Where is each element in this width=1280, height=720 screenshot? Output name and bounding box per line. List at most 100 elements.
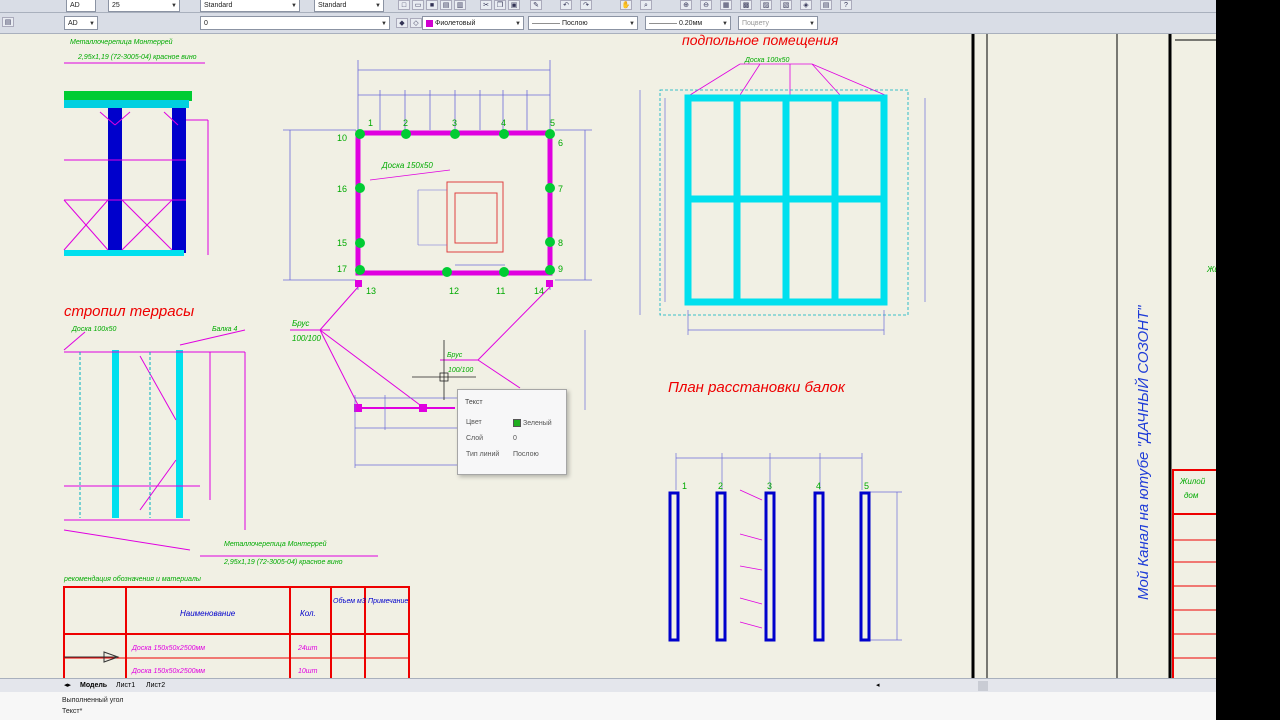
redo-icon[interactable]: ↷ xyxy=(580,0,592,10)
label-brus-size: 100/100 xyxy=(292,334,321,343)
zoom-prev-icon[interactable]: ⊖ xyxy=(700,0,712,10)
markup-icon[interactable]: ◈ xyxy=(800,0,812,10)
svg-text:1: 1 xyxy=(368,118,373,128)
label-brus-2: Брус xyxy=(447,352,463,359)
tool-palette-icon[interactable]: ▨ xyxy=(760,0,772,10)
text-style-combo[interactable]: Standard ▼ xyxy=(200,0,300,12)
save-icon[interactable]: ■ xyxy=(426,0,438,10)
svg-text:6: 6 xyxy=(558,138,563,148)
pan-icon[interactable]: ✋ xyxy=(620,0,632,10)
scroll-left-icon[interactable]: ◂ xyxy=(876,679,880,693)
tab-nav-icon[interactable]: ◂▸ xyxy=(64,679,71,693)
lineweight-combo[interactable]: ———— 0.20мм ▼ xyxy=(645,16,731,30)
svg-text:13: 13 xyxy=(366,286,376,296)
zoom-icon[interactable]: ⌕ xyxy=(640,0,652,10)
svg-text:17: 17 xyxy=(337,264,347,274)
help-icon[interactable]: ? xyxy=(840,0,852,10)
copy-icon[interactable]: ❐ xyxy=(494,0,506,10)
tab-model[interactable]: Модель xyxy=(80,679,107,693)
rafter-lines xyxy=(63,329,246,551)
sheet-set-icon[interactable]: ▧ xyxy=(780,0,792,10)
layer-previous-icon[interactable]: ◇ xyxy=(410,18,422,28)
table-header-note: Примечание xyxy=(368,598,408,605)
blue-post xyxy=(108,108,122,253)
color-combo[interactable]: Фиолетовый ▼ xyxy=(422,16,524,30)
design-center-icon[interactable]: ▩ xyxy=(740,0,752,10)
cyan-rafter xyxy=(112,350,119,518)
new-icon[interactable]: □ xyxy=(398,0,410,10)
side-label: Жилой xyxy=(1179,477,1206,486)
left-combo[interactable]: AD xyxy=(66,0,96,12)
svg-text:10: 10 xyxy=(337,133,347,143)
tab-sheet1[interactable]: Лист1 xyxy=(116,679,135,693)
svg-text:5: 5 xyxy=(864,481,869,491)
metal-label: Металлочерепица Монтеррей xyxy=(70,38,173,46)
svg-text:3: 3 xyxy=(452,118,457,128)
linetype-combo[interactable]: ———— Послою ▼ xyxy=(528,16,638,30)
scale-combo[interactable]: 25 ▼ xyxy=(108,0,180,12)
scrollbar-thumb[interactable] xyxy=(978,681,988,691)
svg-text:15: 15 xyxy=(337,238,347,248)
property-tooltip: Текст Цвет Зеленый Слой 0 Тип линий Посл… xyxy=(457,389,567,475)
tooltip-title: Текст xyxy=(465,399,483,406)
metal-label: Металлочерепица Монтеррей xyxy=(224,540,327,548)
bracing xyxy=(63,111,209,255)
svg-text:1: 1 xyxy=(682,481,687,491)
drawing-canvas[interactable]: Жилой дом Жилой Мой Канал на ютубе "ДАЧН… xyxy=(0,34,1216,678)
svg-text:8: 8 xyxy=(558,238,563,248)
leader xyxy=(369,169,451,181)
label-doska-100: Доска 100х50 xyxy=(71,326,117,333)
blue-post xyxy=(172,108,186,253)
svg-text:4: 4 xyxy=(816,481,821,491)
beams xyxy=(668,491,871,642)
zoom-window-icon[interactable]: ⊕ xyxy=(680,0,692,10)
properties-icon[interactable]: ▦ xyxy=(720,0,732,10)
svg-text:5: 5 xyxy=(550,118,555,128)
label-brus-2-size: 100/100 xyxy=(448,367,473,374)
svg-text:11: 11 xyxy=(496,286,505,296)
plotstyle-combo[interactable]: Поцвету ▼ xyxy=(738,16,818,30)
cyan-frame xyxy=(684,94,888,306)
inner-square xyxy=(454,192,498,244)
print-icon[interactable]: ▤ xyxy=(440,0,452,10)
dimension-lines xyxy=(283,60,592,290)
toolbar-top: AD 25 ▼ Standard ▼ Standard ▼ □ ▭ ■ ▤ ▥ ✂ ❐… xyxy=(0,0,1216,13)
svg-text:7: 7 xyxy=(558,184,563,194)
side-label-top: Жилой xyxy=(1206,265,1216,274)
metal-label-2: 2,95х1,19 (72-3005-04) красное вино xyxy=(77,54,197,61)
label-balka4: Балка 4 xyxy=(212,326,237,333)
tooltip-value-linetype: Послою xyxy=(513,451,539,458)
svg-text:12: 12 xyxy=(449,286,459,296)
heading-plan: План расстановки балок xyxy=(668,379,846,396)
table-cell: 10шт xyxy=(298,668,318,675)
preview-icon[interactable]: ▥ xyxy=(454,0,466,10)
undo-icon[interactable]: ↶ xyxy=(560,0,572,10)
dim-style-combo[interactable]: Standard ▼ xyxy=(314,0,384,12)
svg-text:2: 2 xyxy=(718,481,723,491)
command-line[interactable]: Выполненный угол Текст* xyxy=(0,692,1216,720)
cut-icon[interactable]: ✂ xyxy=(480,0,492,10)
layer-state-combo[interactable]: AD ▼ xyxy=(64,16,98,30)
make-current-icon[interactable]: ◆ xyxy=(396,18,408,28)
cad-window: AD 25 ▼ Standard ▼ Standard ▼ □ ▭ ■ ▤ ▥ ✂ ❐… xyxy=(0,0,1216,720)
cyan-rafter xyxy=(176,350,183,518)
paste-icon[interactable]: ▣ xyxy=(508,0,520,10)
spec-label: рекомендация обозначения и материалы xyxy=(63,575,202,583)
layer-combo[interactable]: 0 ▼ xyxy=(200,16,390,30)
open-icon[interactable]: ▭ xyxy=(412,0,424,10)
metal-label-2: 2,95х1,19 (72-3005-04) красное вино xyxy=(223,559,343,566)
table-header-qty: Кол. xyxy=(300,609,316,618)
match-icon[interactable]: ✎ xyxy=(530,0,542,10)
layer-manager-icon[interactable]: ▤ xyxy=(2,17,14,27)
command-history-line: Выполненный угол xyxy=(62,697,124,704)
command-prompt: Текст* xyxy=(62,708,83,715)
green-top-beam xyxy=(64,91,192,101)
stamp-table xyxy=(1172,469,1216,678)
tab-sheet2[interactable]: Лист2 xyxy=(146,679,165,693)
vertical-title: Мой Канал на ютубе "ДАЧНЫЙ СОЗОНТ" xyxy=(1134,305,1152,600)
table-header-name: Наименование xyxy=(180,609,236,618)
tooltip-row-layer: Слой xyxy=(466,435,484,442)
label-brus: Брус xyxy=(292,319,309,328)
calc-icon[interactable]: ▤ xyxy=(820,0,832,10)
tooltip-value-color: Зеленый xyxy=(513,419,552,427)
